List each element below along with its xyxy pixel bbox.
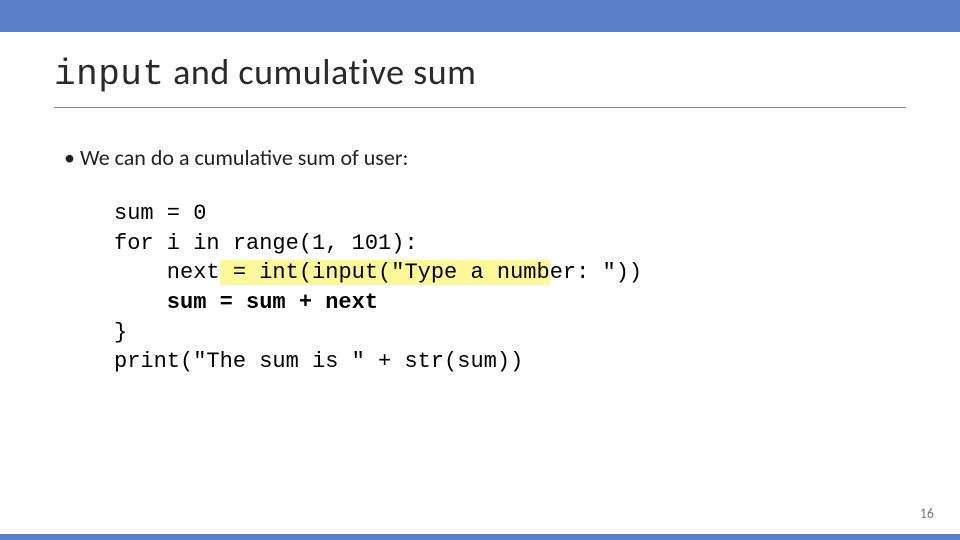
bullet-text: We can do a cumulative sum of user: bbox=[64, 144, 906, 171]
page-number: 16 bbox=[920, 505, 934, 522]
top-accent-bar bbox=[0, 0, 960, 32]
code-line-5: } bbox=[114, 318, 906, 348]
code-line-1: sum = 0 bbox=[114, 199, 906, 229]
title-rest: and cumulative sum bbox=[165, 50, 477, 94]
code-line-6: print("The sum is " + str(sum)) bbox=[114, 347, 906, 377]
code-block: sum = 0for i in range(1, 101): next = in… bbox=[114, 199, 906, 377]
title-code-word: input bbox=[54, 54, 165, 95]
code-line-3: next = int(input("Type a number: ")) bbox=[114, 258, 906, 288]
code-line-3c: er: ")) bbox=[550, 260, 642, 285]
slide-content: input and cumulative sum We can do a cum… bbox=[0, 50, 960, 377]
code-line-3a: next bbox=[114, 260, 220, 285]
bottom-accent-bar bbox=[0, 534, 960, 540]
slide-title: input and cumulative sum bbox=[54, 50, 906, 108]
code-line-4: sum = sum + next bbox=[114, 288, 906, 318]
code-line-2: for i in range(1, 101): bbox=[114, 229, 906, 259]
code-line-3-highlight: = int(input("Type a numb bbox=[220, 260, 550, 285]
